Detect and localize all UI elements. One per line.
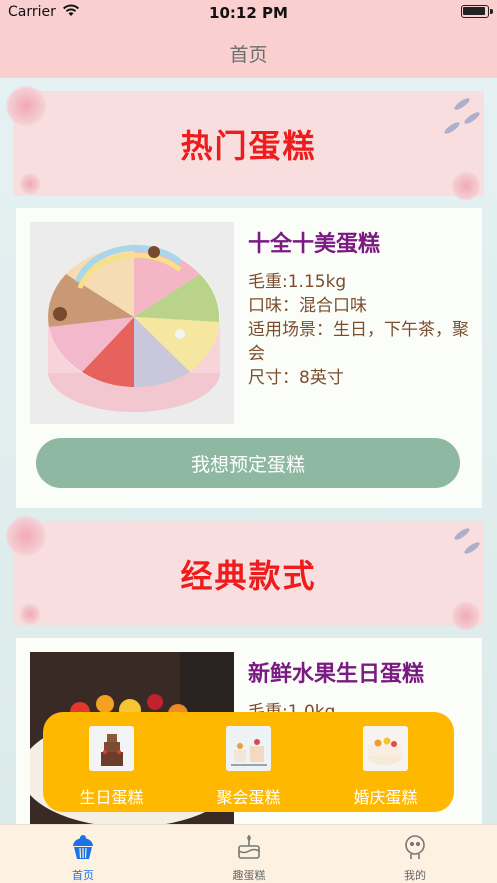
flower-decoration: [5, 85, 47, 127]
cake-flavor: 口味：混合口味: [248, 296, 367, 316]
category-label: 聚会蛋糕: [216, 788, 281, 807]
battery-icon: [461, 5, 489, 18]
tab-home[interactable]: 首页: [0, 825, 166, 883]
flower-decoration: [5, 515, 47, 557]
flower-decoration: [19, 603, 41, 625]
cake-weight: 毛重:1.15kg: [248, 272, 347, 292]
tab-label: 首页: [72, 869, 94, 882]
hot-cakes-title: 热门蛋糕: [180, 126, 317, 165]
tab-label: 趣蛋糕: [232, 869, 266, 882]
category-birthday[interactable]: 生日蛋糕: [43, 712, 180, 812]
birthday-cake-thumbnail: [89, 726, 134, 771]
party-cake-thumbnail: [226, 726, 271, 771]
cake-name: 新鲜水果生日蛋糕: [248, 662, 425, 687]
profile-icon: [401, 833, 429, 861]
hot-cake-card[interactable]: 十全十美蛋糕 毛重:1.15kg 口味：混合口味 适用场景：生日，下午茶，聚会 …: [16, 208, 482, 508]
category-party[interactable]: 聚会蛋糕: [180, 712, 317, 812]
cake-size: 尺寸：8英寸: [248, 368, 344, 388]
top-bar: Carrier 10:12 PM 首页: [0, 0, 497, 78]
cake-name: 十全十美蛋糕: [248, 232, 381, 257]
rainbow-cake-illustration: [30, 222, 234, 424]
status-bar: Carrier 10:12 PM: [0, 0, 497, 26]
hot-cakes-banner: 热门蛋糕: [5, 85, 484, 201]
classic-styles-title: 经典款式: [180, 556, 317, 595]
tab-profile[interactable]: 我的: [332, 825, 497, 883]
reserve-cake-button[interactable]: 我想预定蛋糕: [36, 438, 460, 488]
page-title: 首页: [229, 44, 268, 66]
cake-occasion: 适用场景：生日，下午茶，聚会: [248, 320, 469, 364]
tab-bar: 首页 趣蛋糕 我的: [0, 824, 497, 883]
cake-icon: [235, 833, 263, 861]
flower-decoration: [451, 601, 481, 631]
leaf-decoration: [462, 110, 482, 126]
leaf-decoration: [452, 96, 472, 112]
leaf-decoration: [442, 120, 462, 136]
wedding-cake-thumbnail: [363, 726, 408, 771]
category-label: 婚庆蛋糕: [353, 788, 418, 807]
battery-tip: [490, 9, 493, 14]
cake-image[interactable]: [30, 222, 234, 424]
leaf-decoration: [452, 526, 472, 542]
status-time: 10:12 PM: [209, 4, 288, 22]
tab-label: 我的: [404, 869, 426, 882]
category-wedding[interactable]: 婚庆蛋糕: [317, 712, 454, 812]
category-label: 生日蛋糕: [79, 788, 144, 807]
flower-decoration: [451, 171, 481, 201]
category-panel: 生日蛋糕 聚会蛋糕 婚庆蛋糕: [43, 712, 454, 812]
cupcake-icon: [69, 833, 97, 861]
cake-info: 毛重:1.15kg 口味：混合口味 适用场景：生日，下午茶，聚会 尺寸：8英寸: [248, 270, 472, 390]
leaf-decoration: [462, 540, 482, 556]
flower-decoration: [19, 173, 41, 195]
classic-styles-banner: 经典款式: [5, 515, 484, 631]
tab-fun-cakes[interactable]: 趣蛋糕: [166, 825, 332, 883]
